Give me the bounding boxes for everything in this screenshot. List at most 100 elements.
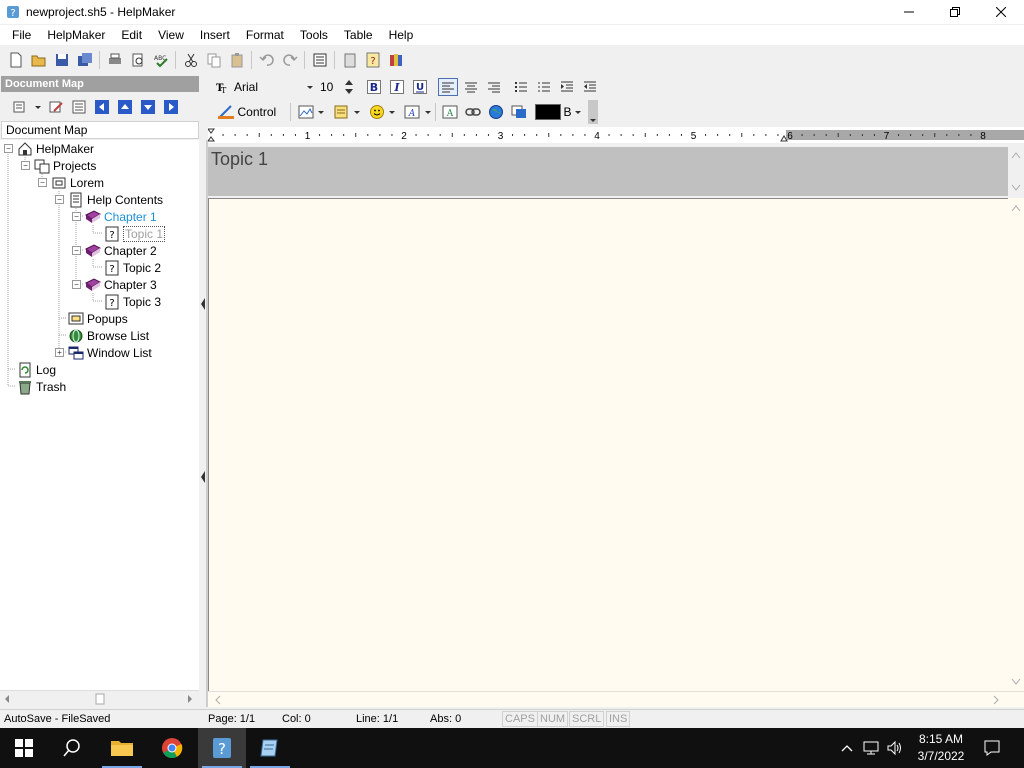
left-indent-marker[interactable] bbox=[207, 136, 215, 142]
menu-format[interactable]: Format bbox=[244, 28, 286, 42]
menu-help[interactable]: Help bbox=[387, 28, 416, 42]
file-explorer-button[interactable] bbox=[98, 728, 146, 768]
move-up-button[interactable] bbox=[115, 97, 135, 117]
undo-button[interactable] bbox=[257, 50, 277, 70]
bullet-list-button[interactable] bbox=[511, 78, 531, 96]
insert-link-button[interactable] bbox=[463, 103, 483, 121]
insert-note-button[interactable] bbox=[331, 103, 351, 121]
chrome-button[interactable] bbox=[148, 728, 196, 768]
close-button[interactable] bbox=[978, 0, 1024, 24]
underline-button[interactable]: U bbox=[410, 78, 430, 96]
insert-style-dropdown[interactable] bbox=[424, 105, 432, 119]
tree-item-log[interactable]: Log bbox=[17, 361, 56, 378]
menu-file[interactable]: File bbox=[10, 28, 33, 42]
tree-item-topic-3[interactable]: ? Topic 3 bbox=[104, 293, 161, 310]
collapse-projects[interactable]: − bbox=[21, 161, 30, 170]
control-button[interactable]: Control bbox=[216, 103, 286, 121]
search-button[interactable] bbox=[48, 728, 96, 768]
menu-helpmaker[interactable]: HelpMaker bbox=[45, 28, 107, 42]
tree-item-chapter-2[interactable]: Chapter 2 bbox=[85, 242, 157, 259]
tree-item-helpmaker[interactable]: HelpMaker bbox=[17, 140, 94, 157]
text-color-swatch[interactable] bbox=[534, 104, 561, 120]
tree-item-projects[interactable]: Projects bbox=[34, 157, 96, 174]
toolbar-overflow[interactable] bbox=[587, 100, 598, 124]
menu-insert[interactable]: Insert bbox=[198, 28, 232, 42]
font-select[interactable]: TT Arial bbox=[216, 78, 314, 96]
tree-item-topic-2[interactable]: ? Topic 2 bbox=[104, 259, 161, 276]
menu-view[interactable]: View bbox=[156, 28, 186, 42]
insert-object-button[interactable] bbox=[509, 103, 529, 121]
move-down-button[interactable] bbox=[138, 97, 158, 117]
insert-image-dropdown[interactable] bbox=[317, 105, 325, 119]
editor-horizontal-scrollbar[interactable] bbox=[208, 691, 1024, 707]
save-all-button[interactable] bbox=[75, 50, 95, 70]
text-color-dropdown[interactable] bbox=[574, 105, 584, 119]
redo-button[interactable] bbox=[280, 50, 300, 70]
start-button[interactable] bbox=[0, 728, 48, 768]
align-center-button[interactable] bbox=[461, 78, 481, 96]
insert-style-button[interactable]: A bbox=[402, 103, 422, 121]
help-button[interactable]: ? bbox=[363, 50, 383, 70]
outdent-button[interactable] bbox=[580, 78, 600, 96]
network-icon-button[interactable] bbox=[861, 738, 881, 758]
volume-icon-button[interactable] bbox=[885, 738, 905, 758]
open-button[interactable] bbox=[29, 50, 49, 70]
insert-note-dropdown[interactable] bbox=[353, 105, 361, 119]
save-button[interactable] bbox=[52, 50, 72, 70]
menu-edit[interactable]: Edit bbox=[119, 28, 144, 42]
clipboard-button[interactable] bbox=[340, 50, 360, 70]
tree-item-window-list[interactable]: Window List bbox=[68, 344, 152, 361]
helpmaker-taskbar-button[interactable]: ? bbox=[198, 728, 246, 768]
tree-item-trash[interactable]: Trash bbox=[17, 378, 66, 395]
panel-splitter[interactable] bbox=[199, 140, 208, 707]
first-line-indent-marker[interactable] bbox=[207, 128, 215, 134]
tree-item-help-contents[interactable]: Help Contents bbox=[68, 191, 163, 208]
collapse-chapter-1[interactable]: − bbox=[72, 212, 81, 221]
insert-web-link-button[interactable] bbox=[486, 103, 506, 121]
bold-button[interactable]: B bbox=[364, 78, 384, 96]
collapse-helpmaker[interactable]: − bbox=[4, 144, 13, 153]
properties-button[interactable] bbox=[310, 50, 330, 70]
menu-table[interactable]: Table bbox=[342, 28, 375, 42]
new-topic-button[interactable] bbox=[10, 97, 30, 117]
align-right-button[interactable] bbox=[484, 78, 504, 96]
taskbar-clock[interactable]: 8:15 AM 3/7/2022 bbox=[906, 731, 976, 765]
new-topic-dropdown[interactable] bbox=[33, 97, 43, 117]
insert-smiley-dropdown[interactable] bbox=[388, 105, 396, 119]
notepad-taskbar-button[interactable] bbox=[246, 728, 294, 768]
italic-button[interactable]: I bbox=[387, 78, 407, 96]
topic-header-scrollbar[interactable] bbox=[1008, 147, 1024, 196]
move-left-button[interactable] bbox=[92, 97, 112, 117]
tree-item-popups[interactable]: Popups bbox=[68, 310, 128, 327]
insert-field-button[interactable]: A bbox=[440, 103, 460, 121]
numbered-list-button[interactable] bbox=[534, 78, 554, 96]
tree-item-chapter-1[interactable]: Chapter 1 bbox=[85, 208, 157, 225]
collapse-chapter-2[interactable]: − bbox=[72, 246, 81, 255]
tree-item-chapter-3[interactable]: Chapter 3 bbox=[85, 276, 157, 293]
show-hidden-icons[interactable] bbox=[837, 738, 857, 758]
collapse-help-contents[interactable]: − bbox=[55, 195, 64, 204]
indent-button[interactable] bbox=[557, 78, 577, 96]
minimize-button[interactable] bbox=[886, 0, 932, 24]
edit-topic-button[interactable] bbox=[46, 97, 66, 117]
collapse-lorem[interactable]: − bbox=[38, 178, 47, 187]
tree-horizontal-scrollbar[interactable] bbox=[0, 690, 199, 707]
font-size-stepper[interactable]: 10 bbox=[320, 78, 354, 96]
insert-image-button[interactable] bbox=[296, 103, 316, 121]
paste-button[interactable] bbox=[227, 50, 247, 70]
print-preview-button[interactable] bbox=[128, 50, 148, 70]
ruler[interactable]: 1 2 3 4 5 6 7 8 bbox=[207, 127, 1024, 143]
print-button[interactable] bbox=[105, 50, 125, 70]
copy-button[interactable] bbox=[204, 50, 224, 70]
tree-item-browse-list[interactable]: Browse List bbox=[68, 327, 149, 344]
align-left-button[interactable] bbox=[437, 78, 458, 96]
action-center-button[interactable] bbox=[982, 738, 1002, 758]
collapse-chapter-3[interactable]: − bbox=[72, 280, 81, 289]
compile-button[interactable] bbox=[386, 50, 406, 70]
cut-button[interactable] bbox=[181, 50, 201, 70]
move-right-button[interactable] bbox=[161, 97, 181, 117]
expand-window-list[interactable]: + bbox=[55, 348, 64, 357]
topic-list-button[interactable] bbox=[69, 97, 89, 117]
tree-item-lorem[interactable]: Lorem bbox=[51, 174, 104, 191]
tree-item-topic-1[interactable]: ? Topic 1 bbox=[104, 225, 166, 242]
